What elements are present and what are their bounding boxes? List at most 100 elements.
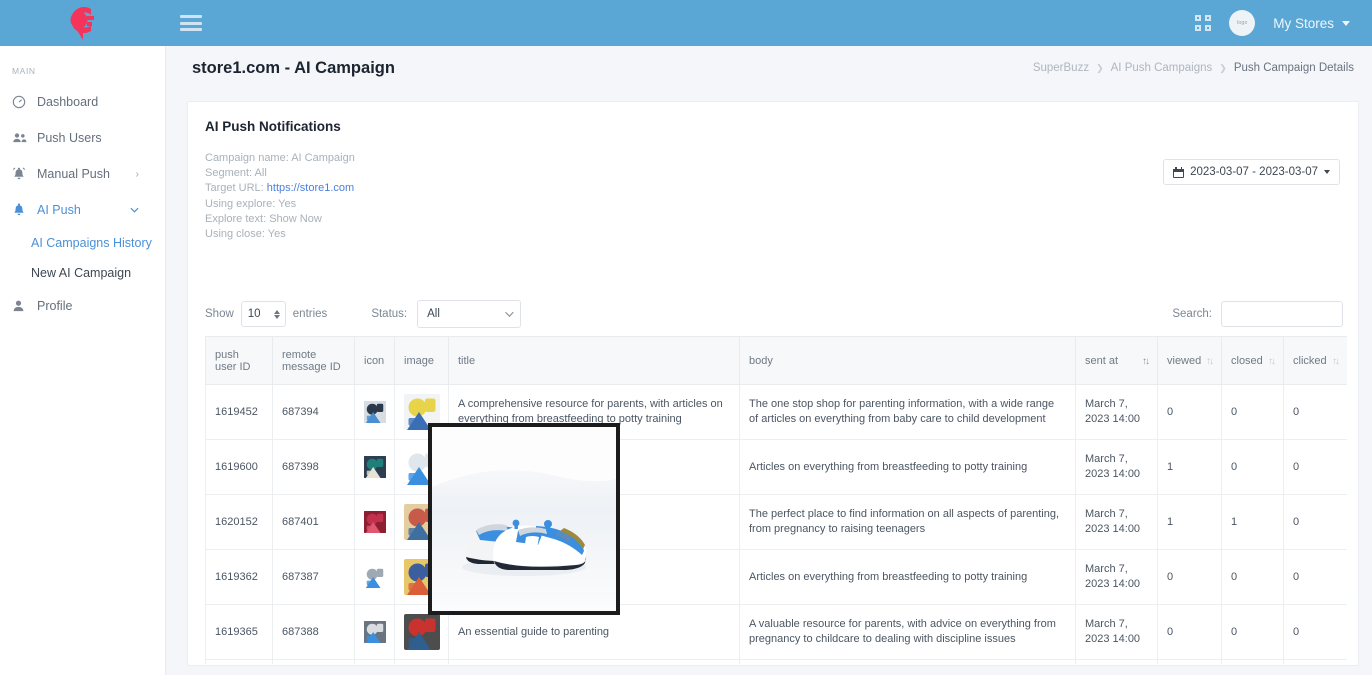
sidebar-item-new-ai-campaign[interactable]: New AI Campaign xyxy=(0,258,165,288)
entries-stepper[interactable]: 10 xyxy=(240,301,286,327)
date-range-picker[interactable]: 2023-03-07 - 2023-03-07 xyxy=(1163,159,1340,185)
cell-clicked: 0 xyxy=(1283,384,1347,440)
main-content: store1.com - AI Campaign SuperBuzz ❯ AI … xyxy=(166,46,1372,675)
cell-remote-message-id: 687394 xyxy=(272,384,355,440)
using-close-line: Using close: Yes xyxy=(205,228,286,241)
cell-push-user-id: 1619381 xyxy=(205,659,273,664)
bell-alert-icon xyxy=(12,167,32,182)
person-icon xyxy=(12,299,32,313)
cell-closed: 0 xyxy=(1221,439,1284,495)
cell-image[interactable] xyxy=(394,659,449,664)
users-icon xyxy=(12,131,32,145)
search-group: Search: xyxy=(1172,301,1343,327)
cell-body: Articles on everything from breastfeedin… xyxy=(739,549,1076,605)
table-row[interactable]: 1620152687401 A great source of informat… xyxy=(205,494,1347,550)
column-header-closed[interactable]: closed ↑↓ xyxy=(1221,336,1284,385)
fullscreen-icon[interactable] xyxy=(1195,15,1212,31)
column-header-remote-message-id[interactable]: remote message ID xyxy=(272,336,355,385)
table-head: push user ID remote message ID icon imag… xyxy=(205,336,1347,385)
cell-remote-message-id: 687388 xyxy=(272,604,355,660)
table-row[interactable]: 1619452 687394 A comprehensive resource f… xyxy=(205,384,1347,440)
sidebar-item-ai-campaigns-history[interactable]: AI Campaigns History xyxy=(0,228,165,258)
cell-icon[interactable] xyxy=(354,549,395,605)
sidebar-item-push-users[interactable]: Push Users xyxy=(0,120,165,156)
status-value: All xyxy=(427,308,440,320)
stepper-arrows-icon[interactable] xyxy=(273,309,280,319)
explore-text-line: Explore text: Show Now xyxy=(205,212,322,225)
avatar[interactable]: logo xyxy=(1229,10,1256,36)
breadcrumb-item-superbuzz[interactable]: SuperBuzz xyxy=(1033,62,1089,74)
table-row[interactable]: 1619600687398 An essential guide for par… xyxy=(205,439,1347,495)
cell-icon[interactable] xyxy=(354,494,395,550)
cell-viewed: 0 xyxy=(1157,604,1222,660)
sidebar-item-manual-push[interactable]: Manual Push › xyxy=(0,156,165,192)
sidebar-item-ai-push[interactable]: AI Push xyxy=(0,192,165,228)
bell-icon xyxy=(12,202,32,218)
target-url-link[interactable]: https://store1.com xyxy=(267,182,354,194)
chevron-down-icon[interactable] xyxy=(130,205,139,216)
cell-push-user-id: 1619365 xyxy=(205,604,273,660)
column-header-sent-at[interactable]: sent at ↑↓ xyxy=(1075,336,1158,385)
sort-arrows-icon[interactable]: ↑↓ xyxy=(1332,356,1340,367)
column-label: sent at xyxy=(1085,354,1119,367)
card-title: AI Push Notifications xyxy=(205,119,341,134)
sidebar-section-label: MAIN xyxy=(12,66,36,76)
cell-clicked: 0 xyxy=(1283,604,1347,660)
sort-arrows-icon[interactable]: ↑↓ xyxy=(1268,356,1276,367)
notification-icon-thumbnail xyxy=(364,401,386,423)
status-select[interactable]: All xyxy=(417,300,522,328)
breadcrumb-item-ai-push-campaigns[interactable]: AI Push Campaigns xyxy=(1111,62,1213,74)
sidebar-item-profile[interactable]: Profile xyxy=(0,288,165,324)
cell-body: The one stop shop for parenting informat… xyxy=(739,384,1076,440)
chevron-down-icon[interactable] xyxy=(1342,20,1350,26)
table-header-row: push user ID remote message ID icon imag… xyxy=(205,336,1347,385)
sort-arrows-icon[interactable]: ↑↓ xyxy=(1206,356,1214,367)
my-stores-label[interactable]: My Stores xyxy=(1273,16,1334,31)
search-input[interactable] xyxy=(1221,301,1343,327)
chevron-down-icon xyxy=(1324,170,1330,174)
sort-arrows-icon[interactable]: ↑↓ xyxy=(1142,356,1150,367)
image-preview-popup[interactable] xyxy=(428,423,620,615)
cell-remote-message-id: 687387 xyxy=(272,549,355,605)
chevron-right-icon[interactable]: › xyxy=(136,169,139,180)
cell-body: A comprehensive resource for parents, wi… xyxy=(739,659,1076,664)
column-header-title[interactable]: title xyxy=(448,336,740,385)
cell-sent-at: March 7, 2023 14:00 xyxy=(1075,384,1158,440)
notification-image-thumbnail xyxy=(404,614,440,650)
campaign-meta: Campaign name: AI Campaign Segment: All … xyxy=(188,134,1358,242)
table-row[interactable]: 1619362687387 An essential guide for par… xyxy=(205,549,1347,605)
preview-shoes-image xyxy=(432,427,616,611)
show-entries-group: Show 10 entries xyxy=(205,301,327,327)
status-label: Status: xyxy=(371,308,408,320)
column-header-clicked[interactable]: clicked ↑↓ xyxy=(1283,336,1347,385)
page-title: store1.com - AI Campaign xyxy=(192,58,395,77)
cell-icon[interactable] xyxy=(354,604,395,660)
cell-icon[interactable] xyxy=(354,659,395,664)
sidebar-item-dashboard[interactable]: Dashboard xyxy=(0,84,165,120)
column-header-icon[interactable]: icon xyxy=(354,336,395,385)
hamburger-bar xyxy=(180,28,202,31)
column-header-push-user-id[interactable]: push user ID xyxy=(205,336,273,385)
breadcrumb: SuperBuzz ❯ AI Push Campaigns ❯ Push Cam… xyxy=(1033,62,1354,74)
cell-closed: 0 xyxy=(1221,659,1284,664)
column-label: clicked xyxy=(1293,354,1327,367)
table-row[interactable]: 1619365 687388 An essential guide to pare… xyxy=(205,604,1347,660)
cell-viewed: 0 xyxy=(1157,659,1222,664)
cell-icon[interactable] xyxy=(354,439,395,495)
column-header-image[interactable]: image xyxy=(394,336,449,385)
notifications-table-wrapper[interactable]: push user ID remote message ID icon imag… xyxy=(205,336,1347,664)
column-header-body[interactable]: body xyxy=(739,336,1076,385)
cell-icon[interactable] xyxy=(354,384,395,440)
sidebar-item-label: Push Users xyxy=(37,131,102,145)
cell-title: The one stop shop for parenting informat… xyxy=(448,659,740,664)
hamburger-bar xyxy=(180,21,202,25)
brand-logo[interactable] xyxy=(0,0,166,46)
hamburger-bar xyxy=(180,15,202,18)
cell-sent-at: March 7, 2023 14:00 xyxy=(1075,659,1158,664)
cell-viewed: 0 xyxy=(1157,384,1222,440)
table-row[interactable]: 1619381687390 The one stop shop for pare… xyxy=(205,659,1347,664)
notification-icon-thumbnail xyxy=(364,456,386,478)
menu-toggle-button[interactable] xyxy=(180,15,202,31)
cell-closed: 0 xyxy=(1221,384,1284,440)
column-header-viewed[interactable]: viewed ↑↓ xyxy=(1157,336,1222,385)
